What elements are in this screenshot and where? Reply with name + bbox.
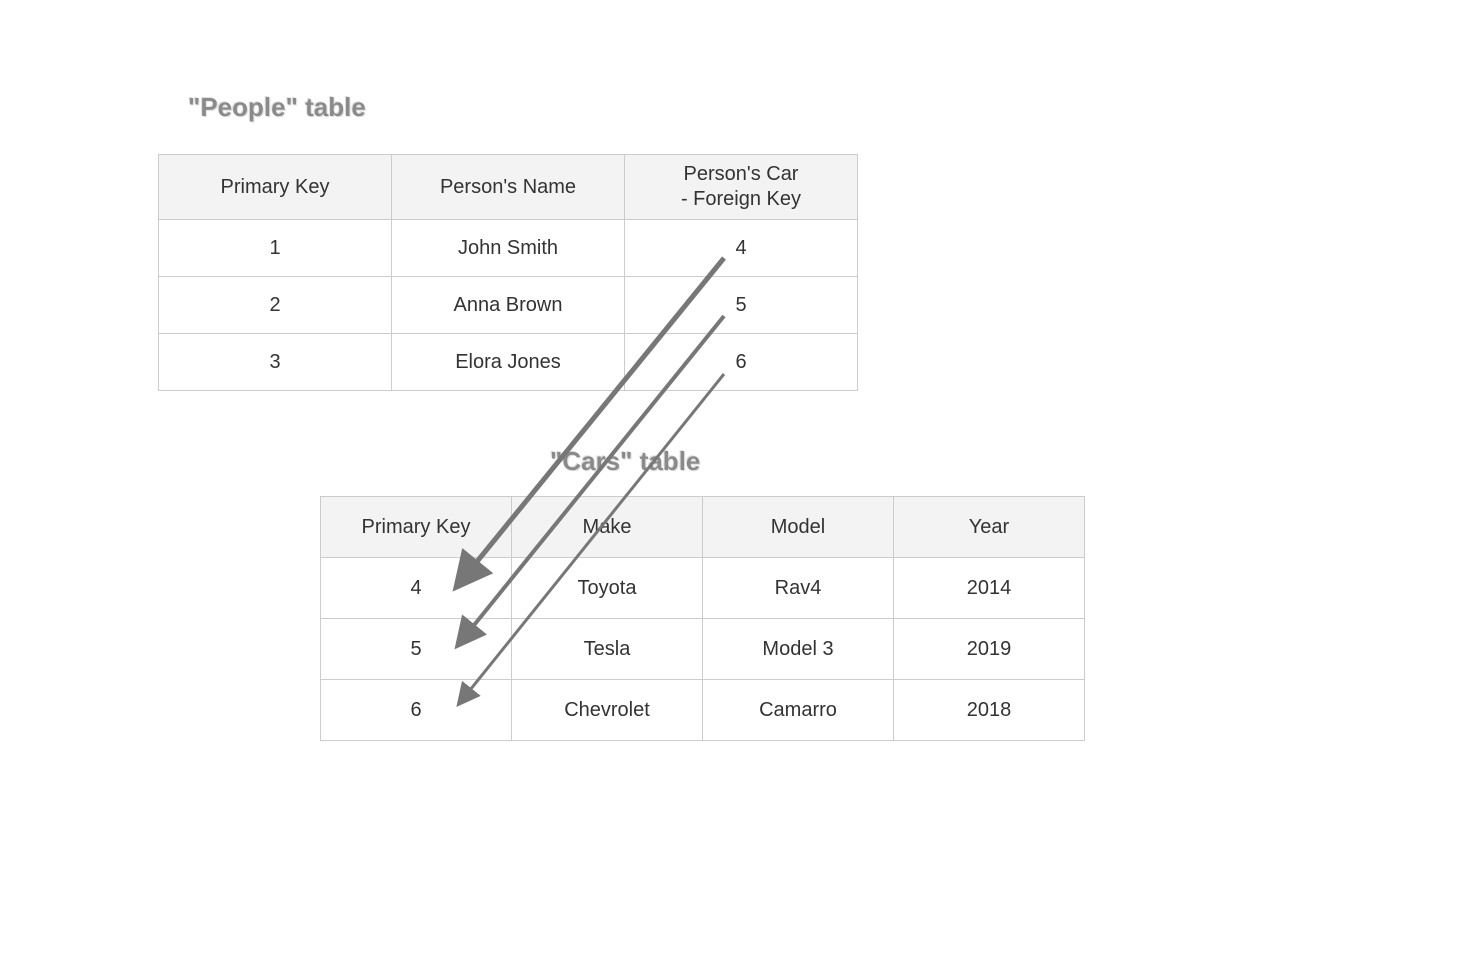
cars-header-model: Model <box>703 497 894 558</box>
cars-cell-year: 2018 <box>894 680 1085 741</box>
cars-cell-year: 2019 <box>894 619 1085 680</box>
table-row: 1 John Smith 4 <box>159 220 858 277</box>
cars-table: Primary Key Make Model Year 4 Toyota Rav… <box>320 496 1085 741</box>
cars-table-title: "Cars" table <box>550 446 700 477</box>
cars-header-make: Make <box>512 497 703 558</box>
people-header-car-fk: Person's Car - Foreign Key <box>625 155 858 220</box>
people-cell-name: John Smith <box>392 220 625 277</box>
people-cell-pk: 1 <box>159 220 392 277</box>
cars-cell-make: Tesla <box>512 619 703 680</box>
fk-arrows-group <box>0 0 1458 972</box>
cars-cell-pk: 5 <box>321 619 512 680</box>
cars-cell-pk: 4 <box>321 558 512 619</box>
cars-header-year: Year <box>894 497 1085 558</box>
cars-cell-model: Model 3 <box>703 619 894 680</box>
table-row: 3 Elora Jones 6 <box>159 334 858 391</box>
people-table: Primary Key Person's Name Person's Car -… <box>158 154 858 391</box>
people-cell-name: Anna Brown <box>392 277 625 334</box>
table-row: 2 Anna Brown 5 <box>159 277 858 334</box>
table-row: 4 Toyota Rav4 2014 <box>321 558 1085 619</box>
cars-cell-model: Rav4 <box>703 558 894 619</box>
people-table-title: "People" table <box>188 92 366 123</box>
people-cell-car-fk: 6 <box>625 334 858 391</box>
table-row: 5 Tesla Model 3 2019 <box>321 619 1085 680</box>
cars-header-primary-key: Primary Key <box>321 497 512 558</box>
people-table-header-row: Primary Key Person's Name Person's Car -… <box>159 155 858 220</box>
cars-cell-model: Camarro <box>703 680 894 741</box>
people-cell-name: Elora Jones <box>392 334 625 391</box>
people-header-primary-key: Primary Key <box>159 155 392 220</box>
table-row: 6 Chevrolet Camarro 2018 <box>321 680 1085 741</box>
people-cell-pk: 3 <box>159 334 392 391</box>
people-cell-car-fk: 4 <box>625 220 858 277</box>
cars-cell-make: Toyota <box>512 558 703 619</box>
people-header-car-line2: - Foreign Key <box>681 188 801 210</box>
cars-cell-year: 2014 <box>894 558 1085 619</box>
people-header-car-line1: Person's Car <box>684 163 799 185</box>
cars-cell-make: Chevrolet <box>512 680 703 741</box>
cars-table-header-row: Primary Key Make Model Year <box>321 497 1085 558</box>
people-cell-car-fk: 5 <box>625 277 858 334</box>
people-header-name: Person's Name <box>392 155 625 220</box>
people-cell-pk: 2 <box>159 277 392 334</box>
cars-cell-pk: 6 <box>321 680 512 741</box>
